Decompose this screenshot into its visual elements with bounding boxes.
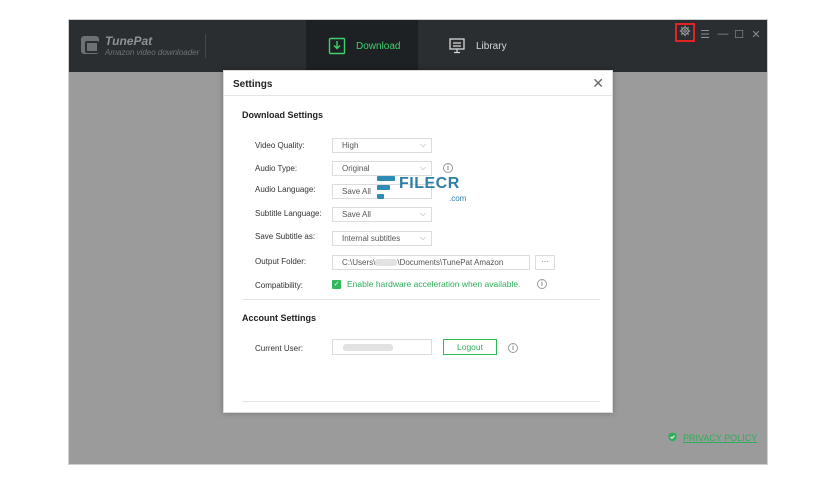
browse-folder-button[interactable]: ···	[535, 255, 555, 270]
account-settings-title: Account Settings	[242, 313, 317, 323]
minimize-icon[interactable]: —	[716, 27, 730, 41]
library-monitor-icon	[448, 37, 466, 55]
subtitle-language-label: Subtitle Language:	[255, 209, 322, 218]
dialog-bottom-divider	[242, 401, 600, 402]
hardware-acceleration-checkbox[interactable]: ✓	[332, 280, 341, 289]
app-subtitle: Amazon video downloader	[105, 48, 200, 57]
tab-download-label: Download	[356, 40, 401, 52]
save-subtitle-label: Save Subtitle as:	[255, 232, 316, 241]
watermark-suffix: .com	[449, 194, 467, 203]
tab-library-label: Library	[476, 40, 507, 52]
chevron-down-icon: ⌵	[419, 209, 426, 218]
settings-highlight[interactable]	[675, 23, 695, 42]
dialog-header: Settings ✕	[224, 71, 612, 96]
maximize-icon[interactable]: ☐	[732, 27, 746, 41]
privacy-policy-link[interactable]: PRIVACY POLICY	[668, 432, 757, 444]
chevron-down-icon: ⌵	[419, 163, 426, 172]
menu-icon[interactable]: ☰	[698, 27, 712, 41]
current-user-redacted	[343, 344, 393, 351]
app-logo-icon	[81, 36, 99, 54]
output-folder-label: Output Folder:	[255, 257, 307, 266]
dialog-close-icon[interactable]: ✕	[592, 76, 604, 90]
chevron-down-icon: ⌵	[419, 233, 426, 242]
save-subtitle-value: Internal subtitles	[342, 234, 401, 243]
gear-icon	[679, 24, 691, 42]
title-bar: TunePat Amazon video downloader Download…	[69, 20, 767, 72]
save-subtitle-select[interactable]: Internal subtitles ⌵	[332, 231, 432, 246]
hardware-acceleration-label[interactable]: Enable hardware acceleration when availa…	[347, 279, 520, 289]
audio-type-value: Original	[342, 164, 370, 173]
filecr-logo-icon	[377, 176, 395, 202]
output-folder-input[interactable]: C:\Users\ \Documents\TunePat Amazon	[332, 255, 530, 270]
audio-type-select[interactable]: Original ⌵	[332, 161, 432, 176]
audio-language-value: Save All	[342, 187, 371, 196]
chevron-down-icon: ⌵	[419, 140, 426, 149]
dialog-title: Settings	[233, 79, 273, 90]
subtitle-language-select[interactable]: Save All ⌵	[332, 207, 432, 222]
privacy-policy-label: PRIVACY POLICY	[683, 433, 758, 443]
current-user-label: Current User:	[255, 344, 304, 353]
video-quality-label: Video Quality:	[255, 141, 305, 150]
shield-icon	[668, 432, 677, 444]
settings-dialog: Settings ✕ Download Settings Video Quali…	[223, 70, 613, 413]
video-quality-select[interactable]: High ⌵	[332, 138, 432, 153]
compatibility-label: Compatibility:	[255, 281, 304, 290]
compatibility-info-icon[interactable]: i	[537, 279, 547, 289]
tab-library[interactable]: Library	[438, 20, 528, 72]
app-name: TunePat	[105, 34, 153, 48]
output-folder-prefix: C:\Users\	[342, 258, 376, 267]
close-icon[interactable]: ✕	[749, 27, 763, 41]
logout-button[interactable]: Logout	[443, 339, 497, 355]
filecr-watermark: FILECR .com	[377, 175, 466, 203]
audio-type-info-icon[interactable]: i	[443, 163, 453, 173]
subtitle-language-value: Save All	[342, 210, 371, 219]
logout-info-icon[interactable]: i	[508, 343, 518, 353]
download-settings-title: Download Settings	[242, 110, 323, 120]
tab-download[interactable]: Download	[306, 20, 418, 72]
download-icon	[328, 37, 346, 55]
logo-divider	[205, 34, 206, 58]
output-folder-redacted	[375, 259, 398, 267]
video-quality-value: High	[342, 141, 359, 150]
output-folder-suffix: \Documents\TunePat Amazon	[397, 258, 504, 267]
audio-language-label: Audio Language:	[255, 185, 316, 194]
watermark-brand: FILECR	[399, 175, 460, 192]
audio-type-label: Audio Type:	[255, 164, 298, 173]
current-user-field	[332, 339, 432, 355]
section-divider	[242, 299, 600, 300]
